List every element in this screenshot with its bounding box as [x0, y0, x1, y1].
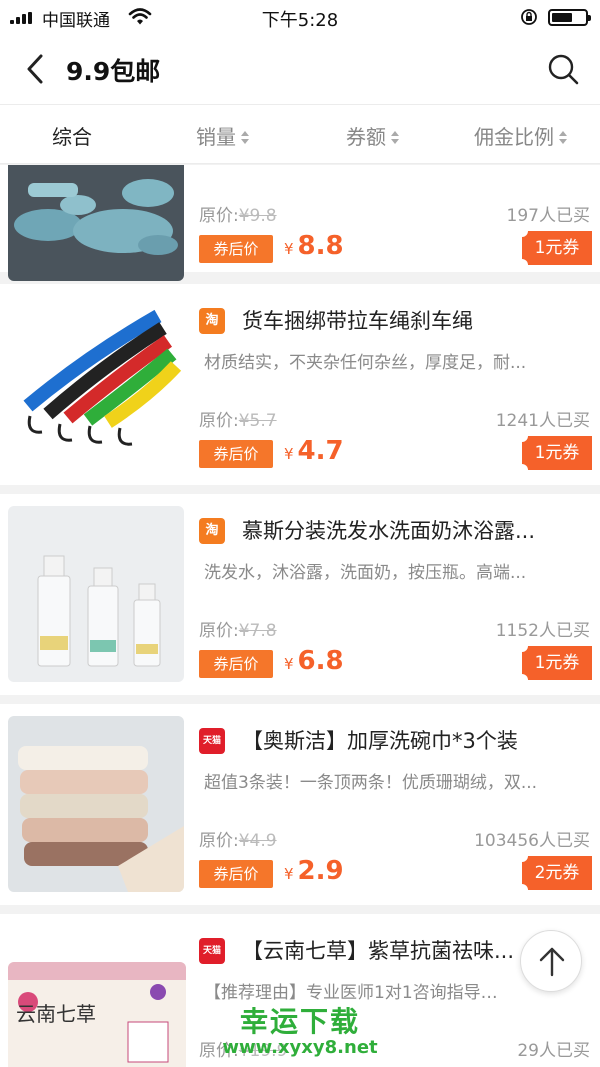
product-card[interactable]: 天猫 【奥斯洁】加厚洗碗巾*3个装 超值3条装！一条顶两条！优质珊瑚绒，双...…: [0, 704, 600, 905]
product-card[interactable]: 淘 货车捆绑带拉车绳刹车绳 材质结实，不夹杂任何杂丝，厚度足，耐... 原价:¥…: [0, 284, 600, 485]
original-price: 原价:¥4.9: [199, 831, 277, 851]
coupon-badge[interactable]: 1元券: [516, 640, 592, 686]
back-to-top-button[interactable]: [520, 930, 582, 992]
sort-bar: 综合 销量 券额 佣金比例: [0, 104, 600, 164]
after-coupon-label: 券后价: [199, 440, 273, 468]
tmall-badge: 天猫: [199, 938, 225, 964]
tab-coupon-amount[interactable]: 券额: [346, 121, 400, 150]
battery-icon: [548, 9, 591, 26]
coupon-price: ¥8.8: [284, 231, 344, 261]
product-image-towels: [8, 716, 184, 892]
product-title: 【云南七草】紫草抗菌祛味...: [242, 939, 515, 963]
taobao-badge: 淘: [199, 308, 225, 334]
coupon-badge[interactable]: 1元券: [516, 430, 592, 476]
product-card[interactable]: 淘 慕斯分装洗发水洗面奶沐浴露... 洗发水，沐浴露，洗面奶，按压瓶。高端...…: [0, 494, 600, 695]
original-price: 原价:¥7.8: [199, 621, 277, 641]
search-icon[interactable]: [546, 52, 580, 86]
after-coupon-label: 券后价: [199, 235, 273, 263]
product-description: 洗发水，沐浴露，洗面奶，按压瓶。高端...: [204, 563, 527, 583]
sold-count: 1241人已买: [495, 411, 590, 431]
sold-count: 1152人已买: [495, 621, 590, 641]
product-image-bottles: [8, 506, 184, 682]
product-title: 慕斯分装洗发水洗面奶沐浴露...: [242, 519, 536, 543]
back-arrow-icon[interactable]: [20, 52, 50, 86]
coupon-badge[interactable]: 2元券: [516, 850, 592, 896]
coupon-price: ¥6.8: [284, 646, 344, 676]
coupon-price: ¥2.9: [284, 856, 344, 886]
clock: 下午5:28: [261, 10, 339, 31]
product-description: 材质结实，不夹杂任何杂丝，厚度足，耐...: [204, 353, 527, 373]
watermark-title: 幸运下载: [239, 1005, 360, 1038]
product-image-straps: [8, 296, 184, 472]
tab-commission-rate[interactable]: 佣金比例: [474, 121, 568, 150]
sort-arrows-icon: [558, 130, 568, 146]
product-title: 【奥斯洁】加厚洗碗巾*3个装: [242, 729, 518, 753]
status-bar: 中国联通 下午5:28: [0, 0, 600, 34]
arrow-up-icon: [539, 947, 565, 977]
taobao-badge: 淘: [199, 518, 225, 544]
product-title: 货车捆绑带拉车绳刹车绳: [242, 309, 473, 333]
after-coupon-label: 券后价: [199, 650, 273, 678]
rotation-lock-icon: [521, 9, 537, 25]
watermark-url: www.xyxy8.net: [222, 1037, 378, 1058]
page-title: 9.9包邮: [66, 57, 161, 86]
sort-arrows-icon: [240, 130, 250, 146]
sort-arrows-icon: [390, 130, 400, 146]
original-price: 原价:¥5.7: [199, 411, 277, 431]
tab-sales[interactable]: 销量: [196, 121, 250, 150]
product-description: 超值3条装！一条顶两条！优质珊瑚绒，双...: [204, 773, 538, 793]
tmall-badge: 天猫: [199, 728, 225, 754]
after-coupon-label: 券后价: [199, 860, 273, 888]
sold-count: 197人已买: [506, 206, 590, 226]
original-price: 原价:¥9.8: [199, 206, 277, 226]
coupon-price: ¥4.7: [284, 436, 344, 466]
sold-count: 103456人已买: [474, 831, 590, 851]
coupon-badge[interactable]: 1元券: [516, 225, 592, 271]
tab-comprehensive[interactable]: 综合: [52, 121, 92, 150]
nav-bar: 9.9包邮: [0, 34, 600, 104]
product-image-dishes: [8, 165, 184, 281]
product-list: 原价:¥9.8 197人已买 券后价 ¥8.8 1元券 淘 货车捆绑带拉车绳刹车…: [0, 165, 600, 1067]
product-card[interactable]: 原价:¥9.8 197人已买 券后价 ¥8.8 1元券: [0, 165, 600, 281]
